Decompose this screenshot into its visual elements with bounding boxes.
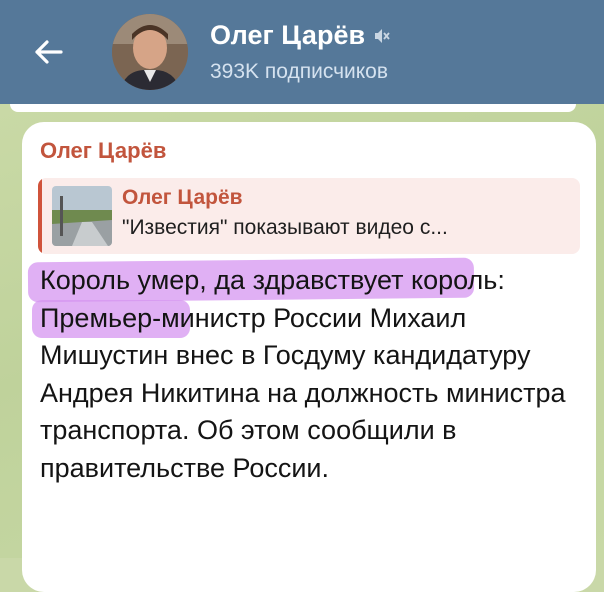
channel-avatar[interactable] bbox=[112, 14, 188, 90]
message-bubble[interactable]: Олег Царёв Олег Царёв "Известия" показыв… bbox=[22, 122, 596, 592]
channel-title-text: Олег Царёв bbox=[210, 20, 366, 50]
back-button[interactable] bbox=[26, 30, 70, 74]
reply-text: "Известия" показывают видео с... bbox=[122, 216, 448, 239]
reply-thumbnail bbox=[52, 186, 112, 246]
speaker-muted-icon bbox=[373, 27, 391, 45]
chat-header: Олег Царёв 393K подписчиков bbox=[0, 0, 604, 104]
arrow-left-icon bbox=[35, 40, 63, 64]
subscriber-count: 393K подписчиков bbox=[210, 60, 389, 83]
channel-title[interactable]: Олег Царёв bbox=[210, 20, 391, 51]
message-sender[interactable]: Олег Царёв bbox=[40, 138, 166, 164]
message-text: Король умер, да здравствует король: Прем… bbox=[40, 265, 566, 483]
reply-preview[interactable]: Олег Царёв "Известия" показывают видео с… bbox=[38, 178, 580, 254]
reply-author: Олег Царёв bbox=[122, 186, 243, 209]
reply-accent-bar bbox=[38, 178, 42, 254]
previous-message-bubble bbox=[10, 104, 576, 112]
